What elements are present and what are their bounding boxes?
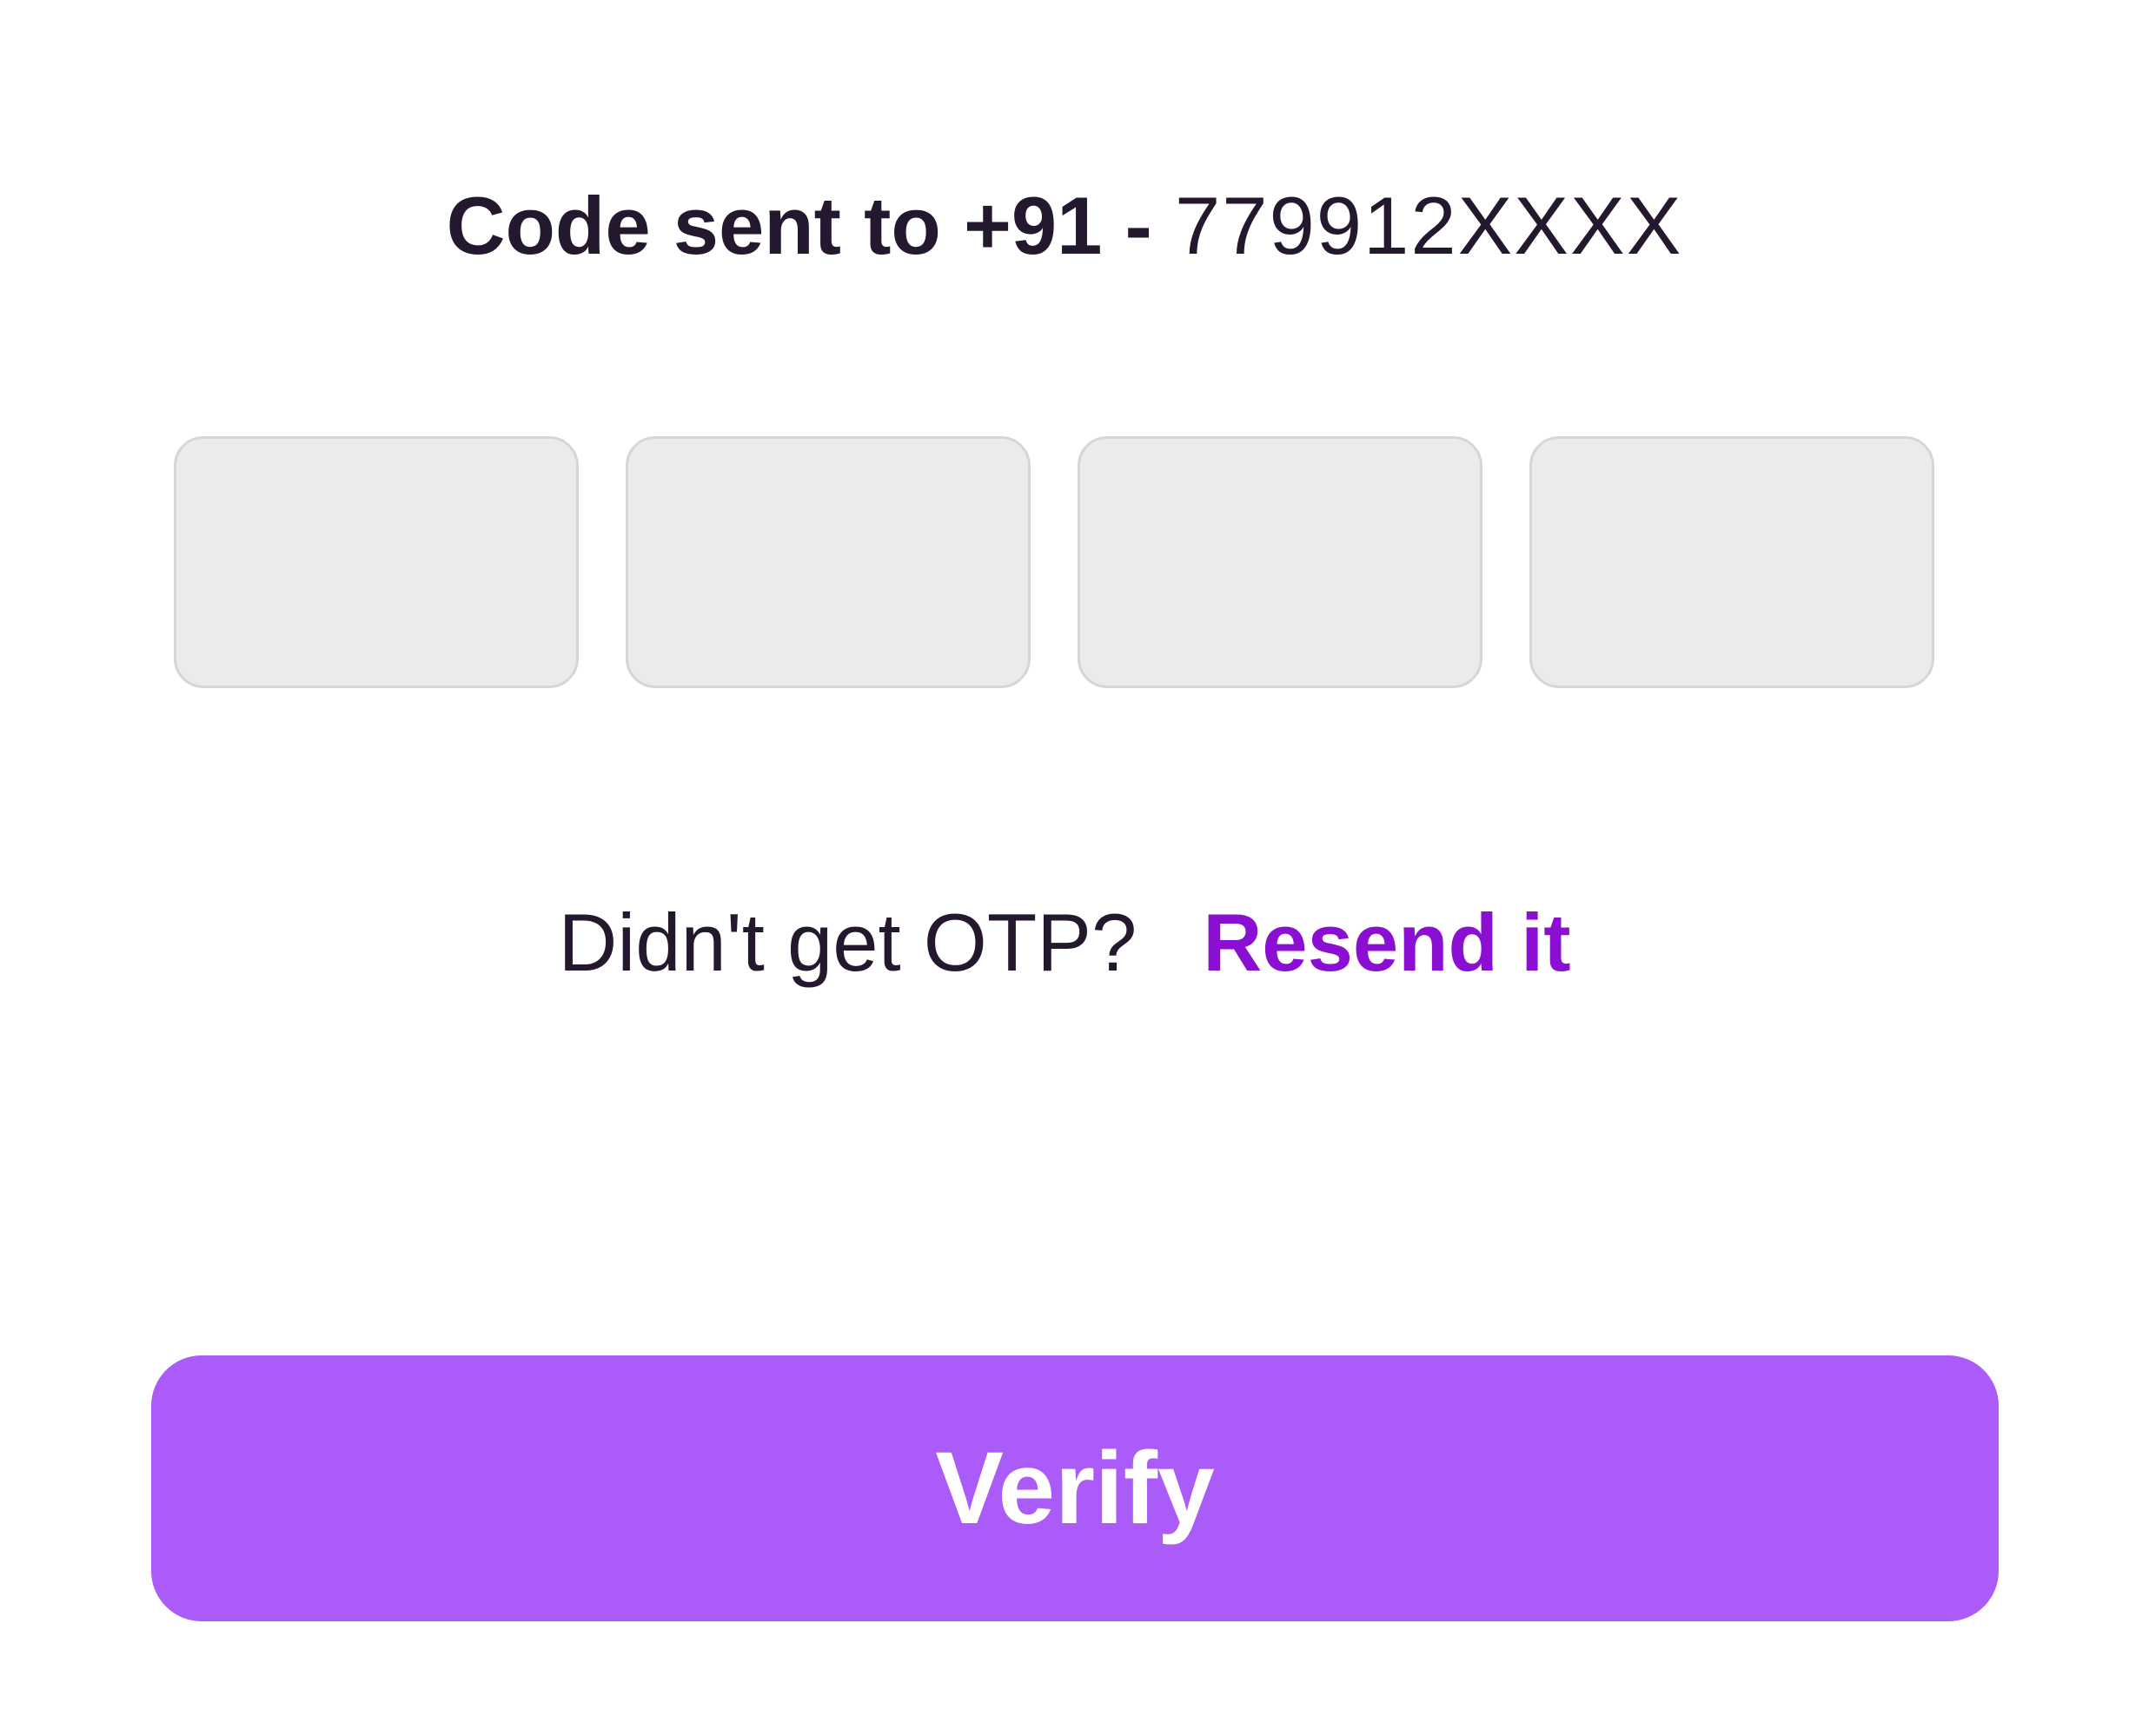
- resend-link[interactable]: Resend it: [1203, 897, 1570, 988]
- otp-digit-4-input[interactable]: [1529, 436, 1934, 688]
- verify-button[interactable]: Verify: [151, 1355, 1999, 1621]
- resend-prompt: Didn't get OTP?: [558, 897, 1137, 988]
- otp-digit-1-input[interactable]: [174, 436, 579, 688]
- otp-input-group: [174, 436, 1938, 690]
- otp-digit-2-input[interactable]: [626, 436, 1031, 688]
- phone-number: 779912XXXX: [1174, 180, 1683, 271]
- resend-row: Didn't get OTP? Resend it: [0, 886, 2129, 999]
- code-sent-label: Code sent to +91 -: [446, 180, 1152, 271]
- otp-digit-3-input[interactable]: [1078, 436, 1482, 688]
- otp-header: Code sent to +91 - 779912XXXX: [0, 174, 2129, 278]
